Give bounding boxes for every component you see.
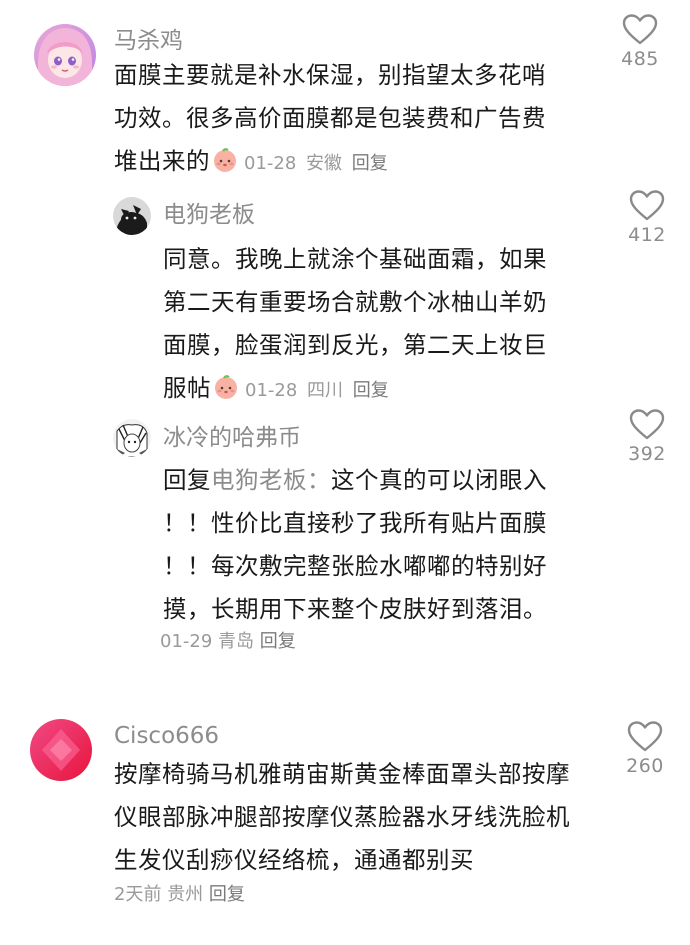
comment-text-line: 摸，长期用下来整个皮肤好到落泪。 xyxy=(163,595,547,623)
comment-date: 01-28 xyxy=(245,380,298,401)
comment-location: 安徽 xyxy=(306,153,343,174)
comment-text-line: 面膜主要就是补水保湿，别指望太多花哨 xyxy=(114,61,546,89)
comment-text-line-last: 堆出来的 01-28 安徽 回复 xyxy=(114,140,594,187)
comment-date: 2天前 xyxy=(114,884,162,905)
comment-text-tail: 堆出来的 xyxy=(114,147,210,175)
comment-text-line: 面膜，脸蛋润到反光，第二天上妆巨 xyxy=(163,331,547,359)
comment-text-line: 回复电狗老板：这个真的可以闭眼入 xyxy=(163,459,593,502)
comment-item: 马杀鸡 面膜主要就是补水保湿，别指望太多花哨 功效。很多高价面膜都是包装费和广告… xyxy=(0,0,690,190)
comment-text-first: 这个真的可以闭眼入 xyxy=(331,466,547,494)
heart-outline-icon xyxy=(629,409,665,440)
reply-button[interactable]: 回复 xyxy=(260,631,296,652)
reply-target-username[interactable]: 电狗老板： xyxy=(211,466,331,494)
comment-username[interactable]: 马杀鸡 xyxy=(114,26,183,56)
like-button[interactable]: 392 xyxy=(607,409,687,465)
comment-date: 01-28 xyxy=(244,153,297,174)
avatar[interactable] xyxy=(34,24,96,86)
anime-girl-avatar-image xyxy=(34,24,96,86)
comment-text-line: ！！性价比直接秒了我所有贴片面膜 xyxy=(163,509,547,537)
reply-button[interactable]: 回复 xyxy=(209,884,245,905)
like-count: 392 xyxy=(628,443,666,465)
comment-location: 贵州 xyxy=(167,884,204,905)
comment-text-line: 按摩椅骑马机雅萌宙斯黄金棒面罩头部按摩 xyxy=(114,760,570,788)
comment-text-line: 功效。很多高价面膜都是包装费和广告费 xyxy=(114,104,546,132)
avatar[interactable] xyxy=(30,719,92,781)
like-count: 260 xyxy=(626,755,664,777)
like-count: 485 xyxy=(621,48,659,70)
comment-meta: 01-28 安徽 回复 xyxy=(244,153,392,174)
comment-item: Cisco666 按摩椅骑马机雅萌宙斯黄金棒面罩头部按摩 仪眼部脉冲腿部按摩仪蒸… xyxy=(0,705,690,945)
comment-meta: 2天前 贵州 回复 xyxy=(114,880,245,906)
avatar[interactable] xyxy=(113,419,151,457)
reply-prefix: 回复 xyxy=(163,466,211,494)
comment-username[interactable]: 冰冷的哈弗币 xyxy=(163,423,301,453)
comment-text: 同意。我晚上就涂个基础面霜，如果 第二天有重要场合就敷个冰柚山羊奶 面膜，脸蛋润… xyxy=(163,238,583,414)
like-button[interactable]: 260 xyxy=(605,721,685,777)
reply-button[interactable]: 回复 xyxy=(352,153,388,174)
peach-face-emoji-icon xyxy=(212,144,238,187)
comment-location: 四川 xyxy=(307,380,344,401)
comment-text-line: 生发仪刮痧仪经络梳，通通都别买 xyxy=(114,846,474,874)
comment-text: 面膜主要就是补水保湿，别指望太多花哨 功效。很多高价面膜都是包装费和广告费 堆出… xyxy=(114,54,594,187)
heart-outline-icon xyxy=(622,14,658,45)
like-button[interactable]: 412 xyxy=(607,190,687,246)
comment-text-line: 第二天有重要场合就敷个冰柚山羊奶 xyxy=(163,288,547,316)
like-button[interactable]: 485 xyxy=(600,14,680,70)
comment-date: 01-29 xyxy=(160,631,213,652)
like-count: 412 xyxy=(628,224,666,246)
comment-text-tail: 服帖 xyxy=(163,374,211,402)
comment-text-line: 同意。我晚上就涂个基础面霜，如果 xyxy=(163,245,547,273)
comment-username[interactable]: Cisco666 xyxy=(114,721,219,751)
heart-outline-icon xyxy=(629,190,665,221)
comment-text-line: 仪眼部脉冲腿部按摩仪蒸脸器水牙线洗脸机 xyxy=(114,803,570,831)
comment-text: 按摩椅骑马机雅萌宙斯黄金棒面罩头部按摩 仪眼部脉冲腿部按摩仪蒸脸器水牙线洗脸机 … xyxy=(114,753,604,882)
avatar[interactable] xyxy=(113,197,151,235)
reply-comment-item: 冰冷的哈弗币 回复电狗老板：这个真的可以闭眼入 ！！性价比直接秒了我所有贴片面膜… xyxy=(0,405,690,675)
comment-text-line: ！！每次敷完整张脸水嘟嘟的特别好 xyxy=(163,552,547,580)
reply-comment-item: 电狗老板 同意。我晚上就涂个基础面霜，如果 第二天有重要场合就敷个冰柚山羊奶 面… xyxy=(0,190,690,405)
comment-meta: 01-28 四川 回复 xyxy=(245,380,393,401)
comment-meta: 01-29 青岛 回复 xyxy=(160,627,296,653)
heart-outline-icon xyxy=(627,721,663,752)
comment-location: 青岛 xyxy=(218,631,255,652)
pink-red-gradient-avatar-image xyxy=(30,719,92,781)
manga-sketch-avatar-image xyxy=(113,419,151,457)
black-cat-avatar-image xyxy=(113,197,151,235)
comment-username[interactable]: 电狗老板 xyxy=(163,200,255,230)
reply-button[interactable]: 回复 xyxy=(353,380,389,401)
comment-text: 回复电狗老板：这个真的可以闭眼入 ！！性价比直接秒了我所有贴片面膜 ！！每次敷完… xyxy=(163,459,593,631)
